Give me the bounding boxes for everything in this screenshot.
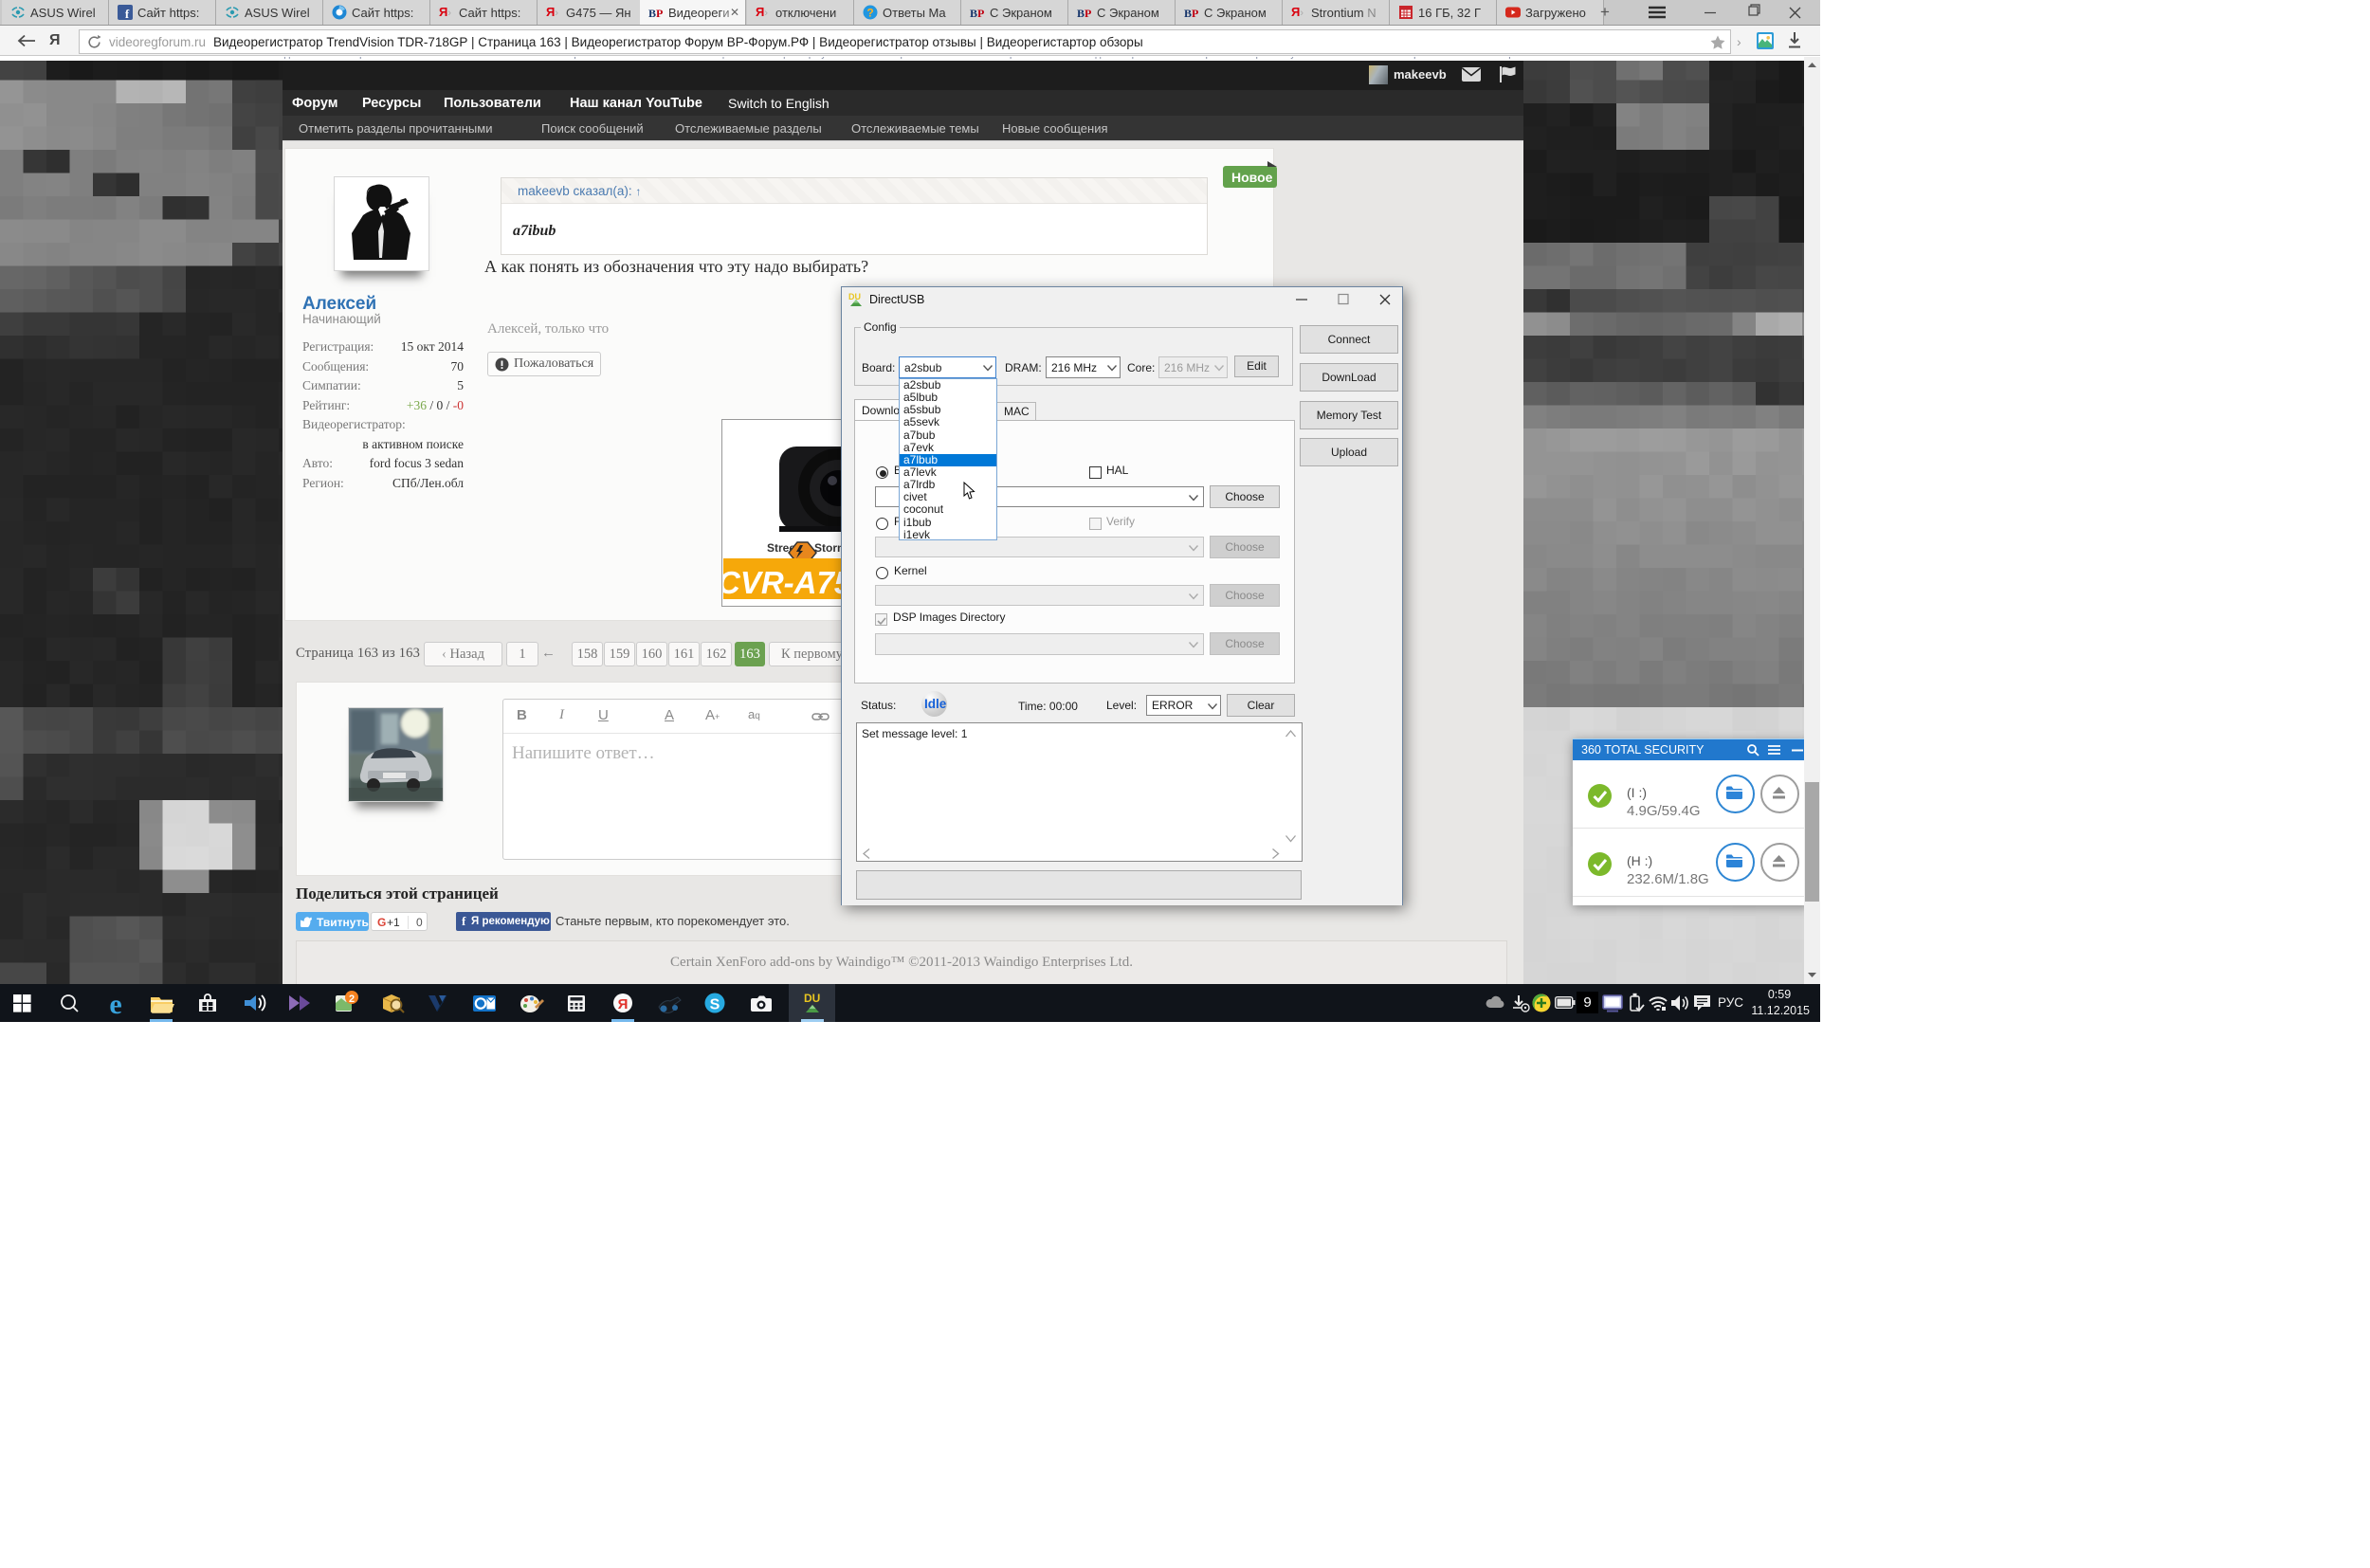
svg-text:Я: Я: [618, 996, 629, 1012]
svg-text:DU: DU: [804, 992, 820, 1005]
svg-text:e: e: [109, 989, 121, 1020]
svg-text:S: S: [710, 997, 720, 1013]
svg-text:2: 2: [349, 994, 355, 1005]
svg-text:?: ?: [866, 7, 873, 20]
svg-text:DU: DU: [848, 292, 861, 301]
svg-text:f: f: [125, 7, 130, 20]
